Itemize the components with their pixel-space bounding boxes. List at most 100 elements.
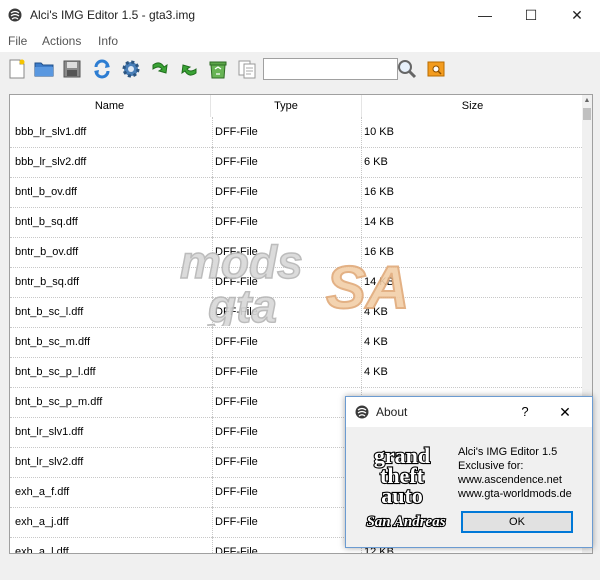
cell-size-text: 10 KB xyxy=(364,126,394,138)
import-green-arrow-icon[interactable] xyxy=(149,58,171,80)
cell-type: DFF-File xyxy=(212,357,361,387)
cell-type-text: DFF-File xyxy=(215,516,258,528)
cell-size: 10 KB xyxy=(361,117,582,147)
cell-type: DFF-File xyxy=(212,147,361,177)
about-dialog-title-bar: About ? ✕ xyxy=(346,397,592,427)
cell-size-text: 4 KB xyxy=(364,306,388,318)
cell-size: 14 KB xyxy=(361,207,582,237)
cell-type: DFF-File xyxy=(212,237,361,267)
cell-type: DFF-File xyxy=(212,477,361,507)
column-header-size[interactable]: Size xyxy=(361,95,583,117)
close-button[interactable]: ✕ xyxy=(554,0,600,30)
cell-type: DFF-File xyxy=(212,117,361,147)
menu-file[interactable]: File xyxy=(8,34,27,48)
cell-type: DFF-File xyxy=(212,387,361,417)
open-folder-icon[interactable] xyxy=(33,58,55,80)
cell-name: bbb_lr_slv1.dff xyxy=(13,117,207,147)
about-link-worldmods[interactable]: www.gta-worldmods.de xyxy=(458,487,572,501)
table-row[interactable]: bnt_b_sc_l.dff DFF-File 4 KB xyxy=(10,297,582,328)
cell-type-text: DFF-File xyxy=(215,246,258,258)
cell-size: 16 KB xyxy=(361,237,582,267)
cell-type-text: DFF-File xyxy=(215,156,258,168)
cell-name-text: bntr_b_sq.dff xyxy=(15,276,80,288)
maximize-button[interactable]: ☐ xyxy=(508,0,554,30)
cell-name-text: bntr_b_ov.dff xyxy=(15,246,79,258)
table-header: Name Type Size xyxy=(10,95,582,117)
menu-actions[interactable]: Actions xyxy=(42,34,81,48)
cell-name-text: exh_a_l.dff xyxy=(15,546,69,554)
cell-name-text: bnt_b_sc_p_l.dff xyxy=(15,366,96,378)
cell-type: DFF-File xyxy=(212,267,361,297)
cell-name: bnt_lr_slv2.dff xyxy=(13,447,207,477)
cell-name-text: bbb_lr_slv1.dff xyxy=(15,126,87,138)
cell-name: exh_a_j.dff xyxy=(13,507,207,537)
cell-size: 14 KB xyxy=(361,267,582,297)
cell-type-text: DFF-File xyxy=(215,336,258,348)
about-info-text: Alci's IMG Editor 1.5 Exclusive for: www… xyxy=(458,445,572,501)
table-row[interactable]: bntr_b_ov.dff DFF-File 16 KB xyxy=(10,237,582,268)
cell-type: DFF-File xyxy=(212,537,361,554)
cell-size: 4 KB xyxy=(361,357,582,387)
magnifier-icon[interactable] xyxy=(396,58,418,80)
cell-size-text: 16 KB xyxy=(364,186,394,198)
cell-type: DFF-File xyxy=(212,177,361,207)
cell-name: exh_a_f.dff xyxy=(13,477,207,507)
about-dialog-title: About xyxy=(376,405,408,419)
cell-type-text: DFF-File xyxy=(215,546,258,554)
cell-name: bnt_lr_slv1.dff xyxy=(13,417,207,447)
cell-name: bnt_b_sc_p_m.dff xyxy=(13,387,207,417)
export-green-arrow-icon[interactable] xyxy=(178,58,200,80)
cell-name: bntl_b_ov.dff xyxy=(13,177,207,207)
table-row[interactable]: bntl_b_sq.dff DFF-File 14 KB xyxy=(10,207,582,238)
save-icon[interactable] xyxy=(61,58,83,80)
copy-pages-icon[interactable] xyxy=(236,58,258,80)
cell-name-text: bnt_lr_slv2.dff xyxy=(15,456,84,468)
cell-size: 4 KB xyxy=(361,327,582,357)
table-row[interactable]: bbb_lr_slv2.dff DFF-File 6 KB xyxy=(10,147,582,178)
new-file-icon[interactable] xyxy=(6,58,28,80)
cell-type: DFF-File xyxy=(212,207,361,237)
cell-size-text: 14 KB xyxy=(364,216,394,228)
search-input[interactable] xyxy=(263,58,398,80)
scroll-thumb[interactable] xyxy=(583,108,591,120)
cell-type-text: DFF-File xyxy=(215,426,258,438)
column-header-name[interactable]: Name xyxy=(10,95,209,117)
cell-type-text: DFF-File xyxy=(215,186,258,198)
cell-name: bbb_lr_slv2.dff xyxy=(13,147,207,177)
title-bar: Alci's IMG Editor 1.5 - gta3.img — ☐ ✕ xyxy=(0,0,600,30)
cell-size-text: 16 KB xyxy=(364,246,394,258)
minimize-button[interactable]: — xyxy=(462,0,508,30)
table-row[interactable]: bntl_b_ov.dff DFF-File 16 KB xyxy=(10,177,582,208)
menu-info[interactable]: Info xyxy=(98,34,118,48)
cell-type: DFF-File xyxy=(212,297,361,327)
ok-button[interactable]: OK xyxy=(461,511,573,533)
logo-auto-text: auto xyxy=(381,483,423,508)
settings-gear-icon[interactable] xyxy=(120,58,142,80)
column-header-type[interactable]: Type xyxy=(210,95,361,117)
recycle-delete-icon[interactable] xyxy=(207,58,229,80)
about-close-button[interactable]: ✕ xyxy=(548,397,582,427)
about-link-ascendence[interactable]: www.ascendence.net xyxy=(458,473,572,487)
orange-folder-search-icon[interactable] xyxy=(425,58,447,80)
cell-name: bntr_b_sq.dff xyxy=(13,267,207,297)
table-row[interactable]: bbb_lr_slv1.dff DFF-File 10 KB xyxy=(10,117,582,148)
table-row[interactable]: bnt_b_sc_m.dff DFF-File 4 KB xyxy=(10,327,582,358)
cell-name-text: bntl_b_sq.dff xyxy=(15,216,78,228)
about-dialog: About ? ✕ grand theft auto San Andreas A… xyxy=(345,396,593,548)
cell-type-text: DFF-File xyxy=(215,306,258,318)
cell-name-text: exh_a_f.dff xyxy=(15,486,70,498)
cell-name: exh_a_l.dff xyxy=(13,537,207,554)
table-row[interactable]: bntr_b_sq.dff DFF-File 14 KB xyxy=(10,267,582,298)
table-row[interactable]: bnt_b_sc_p_l.dff DFF-File 4 KB xyxy=(10,357,582,388)
cell-name-text: bbb_lr_slv2.dff xyxy=(15,156,87,168)
scroll-up-arrow-icon[interactable]: ▲ xyxy=(582,95,592,107)
about-line-app: Alci's IMG Editor 1.5 xyxy=(458,446,558,458)
cell-name: bntl_b_sq.dff xyxy=(13,207,207,237)
cell-type-text: DFF-File xyxy=(215,366,258,378)
cell-type-text: DFF-File xyxy=(215,276,258,288)
help-button[interactable]: ? xyxy=(510,397,540,427)
refresh-icon[interactable] xyxy=(91,58,113,80)
about-line-exclusive: Exclusive for: xyxy=(458,460,524,472)
cell-name-text: bnt_b_sc_m.dff xyxy=(15,336,91,348)
cell-size: 16 KB xyxy=(361,177,582,207)
